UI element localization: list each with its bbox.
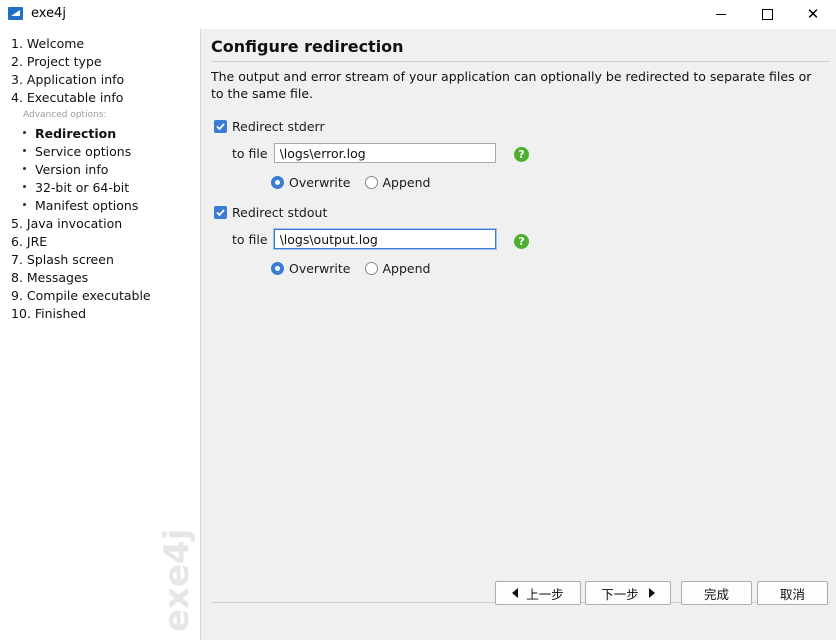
- exe4j-watermark-logo: exe4j: [158, 529, 197, 632]
- step-java-invocation[interactable]: 5. Java invocation: [11, 216, 122, 231]
- stderr-overwrite-radio[interactable]: [271, 176, 284, 189]
- back-arrow-icon: [512, 588, 519, 598]
- cancel-button-label: 取消: [779, 586, 805, 602]
- cancel-button[interactable]: 取消: [757, 581, 828, 605]
- sub-step-redirection[interactable]: Redirection: [23, 126, 116, 141]
- sub-step-version-info[interactable]: Version info: [23, 162, 108, 177]
- redirect-stdout-checkbox[interactable]: Redirect stdout: [214, 205, 327, 220]
- stdout-append-label[interactable]: Append: [383, 261, 431, 276]
- advanced-options-label: Advanced options:: [23, 110, 107, 120]
- next-button[interactable]: 下一步: [585, 581, 671, 605]
- close-icon: ✕: [806, 5, 820, 23]
- stdout-file-input[interactable]: [273, 229, 496, 249]
- wizard-steps-sidebar: 1. Welcome 2. Project type 3. Applicatio…: [0, 29, 201, 640]
- sub-step-service-options[interactable]: Service options: [23, 144, 131, 159]
- maximize-button[interactable]: [744, 0, 790, 29]
- watermark-text: exe4j: [158, 529, 197, 632]
- sub-step-bitness[interactable]: 32-bit or 64-bit: [23, 180, 129, 195]
- bullet-icon: [23, 203, 26, 206]
- page-description: The output and error stream of your appl…: [211, 69, 812, 101]
- checkbox-checked-icon: [214, 120, 227, 133]
- sub-step-label: Manifest options: [35, 198, 139, 213]
- stderr-file-input[interactable]: [273, 143, 496, 163]
- stderr-append-label[interactable]: Append: [383, 175, 431, 190]
- step-welcome[interactable]: 1. Welcome: [11, 36, 84, 51]
- step-executable-info[interactable]: 4. Executable info: [11, 90, 123, 105]
- stdout-overwrite-label[interactable]: Overwrite: [289, 261, 351, 276]
- bullet-icon: [23, 185, 26, 188]
- sub-step-label: 32-bit or 64-bit: [35, 180, 130, 195]
- stdout-file-row: to file: [232, 229, 496, 249]
- stdout-append-radio[interactable]: [364, 262, 378, 275]
- main-panel: Configure redirection The output and err…: [201, 29, 836, 640]
- minimize-button[interactable]: [698, 0, 744, 29]
- stderr-file-row: to file: [232, 143, 496, 163]
- step-project-type[interactable]: 2. Project type: [11, 54, 102, 69]
- app-icon: [8, 7, 23, 20]
- sub-step-label: Version info: [35, 162, 109, 177]
- redirect-stdout-label: Redirect stdout: [232, 205, 328, 220]
- step-compile-executable[interactable]: 9. Compile executable: [11, 288, 151, 303]
- bullet-icon: [23, 149, 26, 152]
- stderr-to-file-label: to file: [232, 145, 268, 161]
- help-icon[interactable]: ?: [514, 147, 529, 162]
- next-arrow-icon: [648, 588, 655, 598]
- sub-step-manifest-options[interactable]: Manifest options: [23, 198, 138, 213]
- checkbox-checked-icon: [214, 206, 227, 219]
- bullet-icon: [23, 167, 26, 170]
- close-button[interactable]: ✕: [790, 0, 836, 29]
- finish-button[interactable]: 完成: [681, 581, 752, 605]
- next-button-label: 下一步: [601, 586, 639, 602]
- sub-step-label: Service options: [35, 144, 132, 159]
- stdout-overwrite-radio[interactable]: [271, 262, 284, 275]
- stderr-append-radio[interactable]: [364, 176, 378, 189]
- window-title: exe4j: [31, 6, 66, 21]
- page-title: Configure redirection: [211, 37, 404, 56]
- stderr-overwrite-label[interactable]: Overwrite: [289, 175, 351, 190]
- back-button-label: 上一步: [526, 586, 564, 602]
- sub-step-label: Redirection: [35, 126, 117, 141]
- step-finished[interactable]: 10. Finished: [11, 306, 86, 321]
- step-jre[interactable]: 6. JRE: [11, 234, 47, 249]
- redirect-stderr-label: Redirect stderr: [232, 119, 325, 134]
- step-messages[interactable]: 8. Messages: [11, 270, 88, 285]
- stdout-to-file-label: to file: [232, 231, 268, 247]
- title-divider: [211, 61, 830, 62]
- minimize-icon: [716, 14, 726, 15]
- title-bar: exe4j ✕: [0, 0, 836, 29]
- maximize-icon: [761, 9, 773, 20]
- step-splash-screen[interactable]: 7. Splash screen: [11, 252, 114, 267]
- step-application-info[interactable]: 3. Application info: [11, 72, 124, 87]
- back-button[interactable]: 上一步: [495, 581, 581, 605]
- redirect-stderr-checkbox[interactable]: Redirect stderr: [214, 119, 325, 134]
- help-icon[interactable]: ?: [514, 234, 529, 249]
- finish-button-label: 完成: [703, 586, 729, 602]
- bullet-icon: [23, 131, 26, 134]
- stdout-mode-radio-group: Overwrite Append: [271, 261, 444, 276]
- stderr-mode-radio-group: Overwrite Append: [271, 175, 444, 190]
